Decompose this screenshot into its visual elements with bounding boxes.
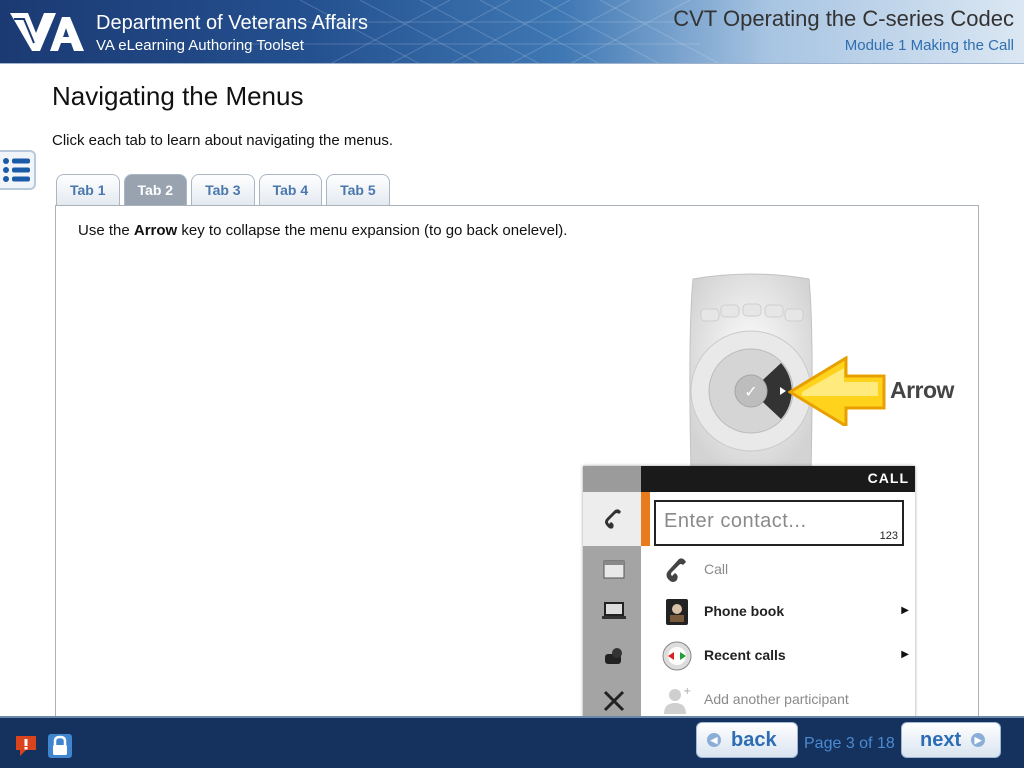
course-title: CVT Operating the C-series Codec: [673, 6, 1014, 31]
panel-text-bold: Arrow: [133, 222, 178, 239]
org-title: Department of Veterans Affairs: [96, 12, 369, 34]
screen-top-bar-left: [583, 466, 641, 492]
yellow-arrow-icon: [788, 356, 886, 426]
camera-icon: [605, 648, 622, 664]
back-arrow-icon: ◀: [707, 733, 721, 747]
tab-2[interactable]: Tab 2: [123, 174, 188, 206]
lock-icon[interactable]: [46, 732, 74, 760]
tab-3[interactable]: Tab 3: [191, 174, 255, 206]
recent-calls-icon: [662, 641, 692, 671]
back-button-label: back: [731, 728, 777, 751]
header-banner: Department of Veterans Affairs VA eLearn…: [0, 0, 1024, 64]
presentation-icon: [602, 602, 626, 619]
footer-bar: ◀ back Page 3 of 18 next ▶: [0, 716, 1024, 768]
panel-text-after: key to collapse the menu expansion (to g…: [177, 222, 568, 239]
tab-1[interactable]: Tab 1: [56, 174, 120, 206]
selection-highlight-bar: [641, 492, 650, 546]
add-participant-icon: +: [664, 686, 691, 714]
page-indicator: Page 3 of 18: [804, 735, 895, 752]
instructions-text: Click each tab to learn about navigating…: [52, 132, 394, 149]
list-icon: [3, 158, 30, 182]
org-subtitle: VA eLearning Authoring Toolset: [96, 37, 304, 54]
menu-item-label: Call: [704, 561, 729, 577]
menu-item-recent-calls[interactable]: Recent calls ▶: [651, 636, 913, 676]
svg-text:✓: ✓: [744, 382, 757, 401]
va-logo: [10, 13, 84, 51]
number-mode-hint: 123: [879, 530, 898, 542]
arrow-callout-label: Arrow: [890, 377, 954, 403]
next-button-label: next: [920, 728, 962, 751]
menu-item-phone-book[interactable]: Phone book ▶: [651, 592, 913, 632]
tab-4[interactable]: Tab 4: [258, 174, 323, 206]
menu-item-call[interactable]: Call: [651, 550, 913, 590]
back-button[interactable]: ◀ back: [696, 722, 798, 758]
tab-5[interactable]: Tab 5: [326, 174, 390, 206]
menu-item-label: Recent calls: [704, 647, 786, 663]
page-title: Navigating the Menus: [52, 81, 304, 111]
panel-text: Use the Arrow key to collapse the menu e…: [78, 222, 567, 239]
next-arrow-icon: ▶: [971, 733, 986, 747]
handset-icon: [666, 558, 686, 582]
module-title: Module 1 Making the Call: [844, 37, 1014, 54]
next-button[interactable]: next ▶: [901, 722, 1001, 758]
calendar-icon: [603, 560, 625, 579]
enter-contact-field[interactable]: Enter contact... 123: [654, 500, 904, 546]
report-issue-icon[interactable]: [12, 732, 40, 760]
menu-item-label: Add another participant: [704, 691, 849, 707]
settings-tools-icon: [603, 690, 625, 712]
codec-call-screen: CALL Enter contact... 123 Call Phone boo…: [583, 466, 915, 719]
enter-contact-placeholder: Enter contact...: [664, 510, 807, 532]
tab-panel: Use the Arrow key to collapse the menu e…: [55, 205, 979, 720]
app-root: Department of Veterans Affairs VA eLearn…: [0, 0, 1024, 768]
menu-toggle-button[interactable]: [0, 150, 36, 190]
screen-call-label: CALL: [867, 470, 909, 486]
handset-icon: [605, 509, 621, 529]
submenu-caret-icon: ▶: [901, 605, 909, 616]
menu-item-label: Phone book: [704, 603, 785, 619]
phonebook-icon: [666, 599, 688, 625]
tab-bar: Tab 1 Tab 2 Tab 3 Tab 4 Tab 5: [56, 174, 390, 206]
menu-item-add-participant[interactable]: + Add another participant: [651, 680, 913, 719]
panel-text-before: Use the: [78, 222, 134, 239]
submenu-caret-icon: ▶: [901, 649, 909, 660]
svg-text:+: +: [683, 686, 691, 697]
